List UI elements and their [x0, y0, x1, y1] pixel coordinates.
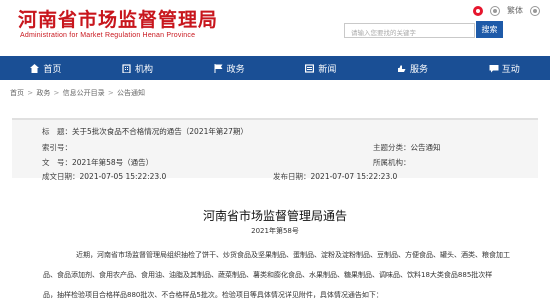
meta-org-row: 所属机构：	[373, 157, 411, 168]
meta-title-row: 标 题：关于5批次食品不合格情况的通告（2021年第27期）	[42, 126, 248, 137]
breadcrumb: 首页 > 政务 > 信息公开目录 > 公告通知	[10, 89, 145, 97]
meta-docno-label: 文 号：	[42, 158, 72, 167]
nav-item-interact[interactable]: 互动	[458, 56, 550, 80]
article-paragraph-line: 品，抽样检验项目合格样品880批次、不合格样品5批次。检验项目等具体情况详见附件…	[43, 291, 383, 299]
article-paragraph-line: 品、食品添加剂、食用农产品、食用油、油脂及其制品、蔬菜制品、薯类和膨化食品、水果…	[43, 271, 493, 279]
hand-icon	[397, 64, 406, 73]
nav-item-home[interactable]: 首页	[0, 56, 92, 80]
traditional-chinese-link[interactable]: 繁体	[507, 5, 523, 16]
meta-category-value: 公告通知	[410, 143, 441, 152]
meta-created-value: 2021-07-05 15:22:23.0	[79, 172, 167, 181]
nav-label-home: 首页	[43, 64, 62, 75]
meta-index-label: 索引号：	[42, 143, 72, 152]
meta-published-row: 发布日期：2021-07-07 15:22:23.0	[273, 171, 397, 182]
nav-label-service: 服务	[410, 64, 429, 75]
meta-index-row: 索引号：	[42, 142, 72, 153]
chat-icon	[489, 64, 499, 73]
meta-title-label: 标 题：	[42, 127, 72, 136]
meta-created-label: 成文日期：	[42, 172, 80, 181]
nav-label-gov: 政务	[226, 64, 245, 75]
meta-created-row: 成文日期：2021-07-05 15:22:23.0	[42, 171, 166, 182]
main-nav: 首页 机构 政务 新闻 服务 互动	[0, 56, 550, 80]
nav-item-org[interactable]: 机构	[92, 56, 184, 80]
breadcrumb-item[interactable]: 政务	[36, 89, 50, 97]
breadcrumb-item-current[interactable]: 公告通知	[117, 89, 145, 97]
meta-docno-value: 2021年第58号（通告）	[72, 158, 154, 167]
meta-category-label: 主题分类：	[373, 143, 411, 152]
flag-icon	[214, 63, 223, 73]
nav-item-gov[interactable]: 政务	[183, 56, 275, 80]
search-input[interactable]: 请输入您要找的关键字	[344, 23, 475, 38]
nav-label-org: 机构	[135, 64, 154, 75]
top-links: 繁体	[473, 5, 540, 16]
nav-item-news[interactable]: 新闻	[275, 56, 367, 80]
person-icon[interactable]	[530, 5, 540, 16]
meta-title-value: 关于5批次食品不合格情况的通告（2021年第27期）	[72, 127, 248, 136]
meta-category-row: 主题分类：公告通知	[373, 142, 441, 153]
breadcrumb-item[interactable]: 信息公开目录	[63, 89, 105, 97]
article-paragraph-line: 近期，河南省市场监督管理局组织抽检了饼干、炒货食品及坚果制品、蛋制品、淀粉及淀粉…	[76, 251, 510, 259]
newspaper-icon	[305, 63, 315, 73]
site-header: 河南省市场监督管理局 Administration for Market Reg…	[0, 0, 550, 56]
search-button[interactable]: 搜索	[476, 21, 503, 38]
wechat-icon[interactable]	[490, 5, 500, 16]
site-logo-subtitle: Administration for Market Regulation Hen…	[20, 32, 196, 39]
document-meta: 标 题：关于5批次食品不合格情况的通告（2021年第27期） 索引号： 主题分类…	[12, 118, 538, 181]
building-icon	[122, 63, 131, 74]
article-title: 河南省市场监督管理局通告	[202, 209, 347, 223]
weibo-icon[interactable]	[473, 5, 483, 16]
breadcrumb-item[interactable]: 首页	[10, 89, 24, 97]
meta-org-label: 所属机构：	[373, 158, 411, 167]
meta-docno-row: 文 号：2021年第58号（通告）	[42, 157, 153, 168]
article-doc-number: 2021年第58号	[251, 227, 299, 235]
home-icon	[30, 63, 40, 73]
site-logo-title[interactable]: 河南省市场监督管理局	[18, 5, 218, 32]
nav-item-service[interactable]: 服务	[367, 56, 459, 80]
nav-label-interact: 互动	[501, 64, 520, 75]
meta-published-label: 发布日期：	[273, 172, 311, 181]
nav-label-news: 新闻	[318, 64, 337, 75]
meta-published-value: 2021-07-07 15:22:23.0	[310, 172, 398, 181]
